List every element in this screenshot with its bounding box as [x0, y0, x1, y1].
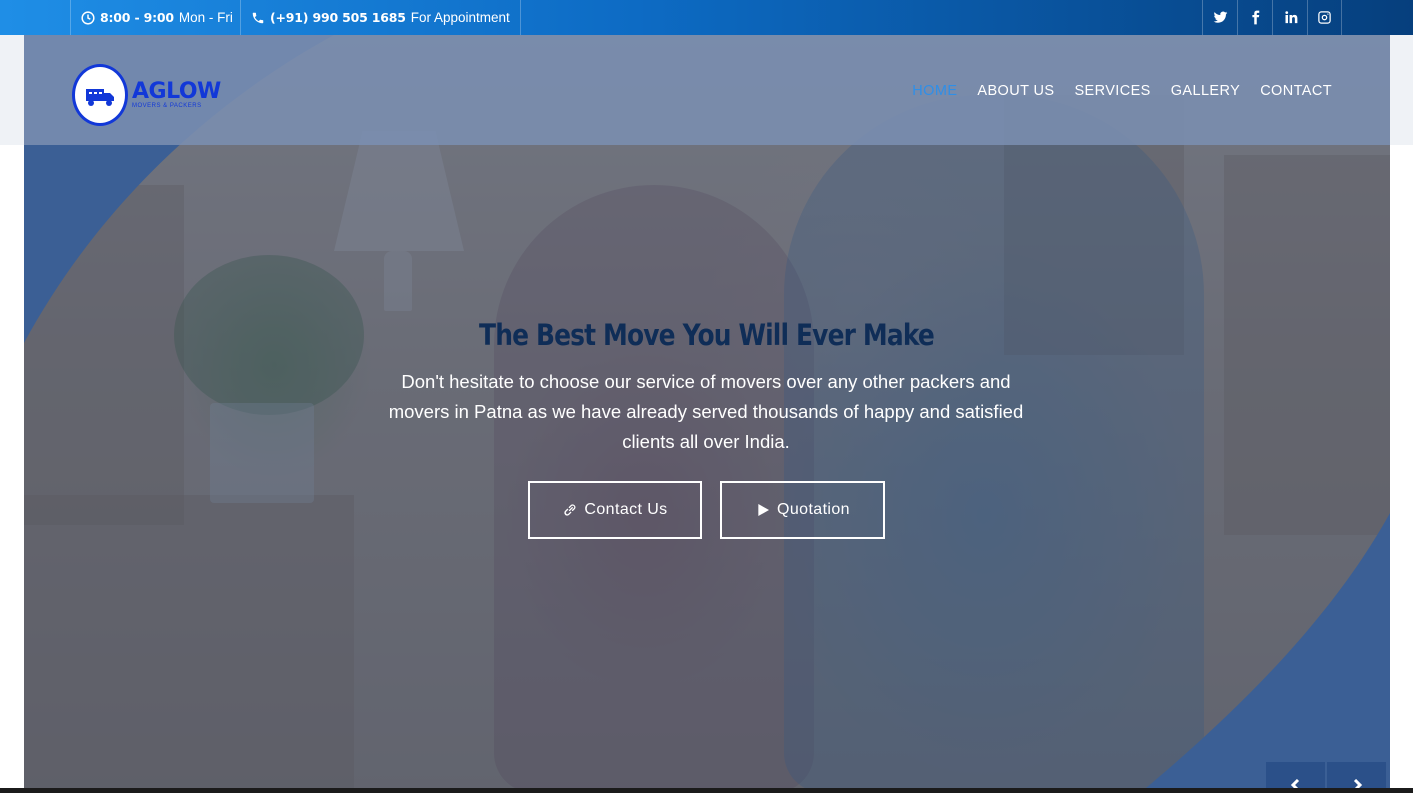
twitter-link[interactable]: [1202, 0, 1237, 35]
linkedin-icon: [1284, 11, 1297, 24]
phone-info[interactable]: (+91) 990 505 1685 For Appointment: [240, 0, 521, 35]
instagram-icon: [1318, 11, 1331, 24]
logo-name: AGLOW: [132, 79, 221, 104]
nav-home[interactable]: HOME: [912, 83, 957, 99]
linkedin-link[interactable]: [1272, 0, 1307, 35]
nav-gallery[interactable]: GALLERY: [1171, 83, 1240, 99]
bottom-strip: [0, 788, 1413, 793]
logo-subtitle: MOVERS & PACKERS: [132, 103, 202, 109]
facebook-icon: [1251, 10, 1259, 25]
phone-number: (+91) 990 505 1685: [270, 10, 406, 25]
instagram-link[interactable]: [1307, 0, 1342, 35]
contact-us-label: Contact Us: [584, 501, 668, 518]
contact-us-button[interactable]: Contact Us: [528, 481, 702, 539]
hero-description: Don't hesitate to choose our service of …: [388, 371, 1024, 452]
logo-seal: [72, 64, 128, 126]
hours-time: 8:00 - 9:00: [100, 10, 174, 25]
facebook-link[interactable]: [1237, 0, 1272, 35]
link-icon: [564, 504, 576, 516]
play-icon: [758, 504, 769, 516]
nav-services[interactable]: SERVICES: [1074, 83, 1150, 99]
nav-about-us[interactable]: ABOUT US: [977, 83, 1054, 99]
truck-icon: [86, 89, 114, 106]
site-logo[interactable]: AGLOW MOVERS & PACKERS: [72, 64, 221, 126]
hero-title: The Best Move You Will Ever Make: [479, 318, 935, 352]
hours-days: Mon - Fri: [178, 10, 233, 25]
clock-icon: [81, 10, 95, 25]
quotation-button[interactable]: Quotation: [720, 481, 885, 539]
quotation-label: Quotation: [777, 501, 850, 518]
hours-info: 8:00 - 9:00 Mon - Fri: [70, 0, 243, 35]
top-bar: 8:00 - 9:00 Mon - Fri (+91) 990 505 1685…: [0, 0, 1413, 35]
twitter-icon: [1213, 11, 1227, 23]
phone-label: For Appointment: [410, 10, 510, 25]
main-nav: HOME ABOUT US SERVICES GALLERY CONTACT: [912, 83, 1332, 99]
phone-icon: [252, 12, 264, 23]
logo-text: AGLOW MOVERS & PACKERS: [132, 79, 221, 110]
nav-contact[interactable]: CONTACT: [1260, 83, 1332, 99]
